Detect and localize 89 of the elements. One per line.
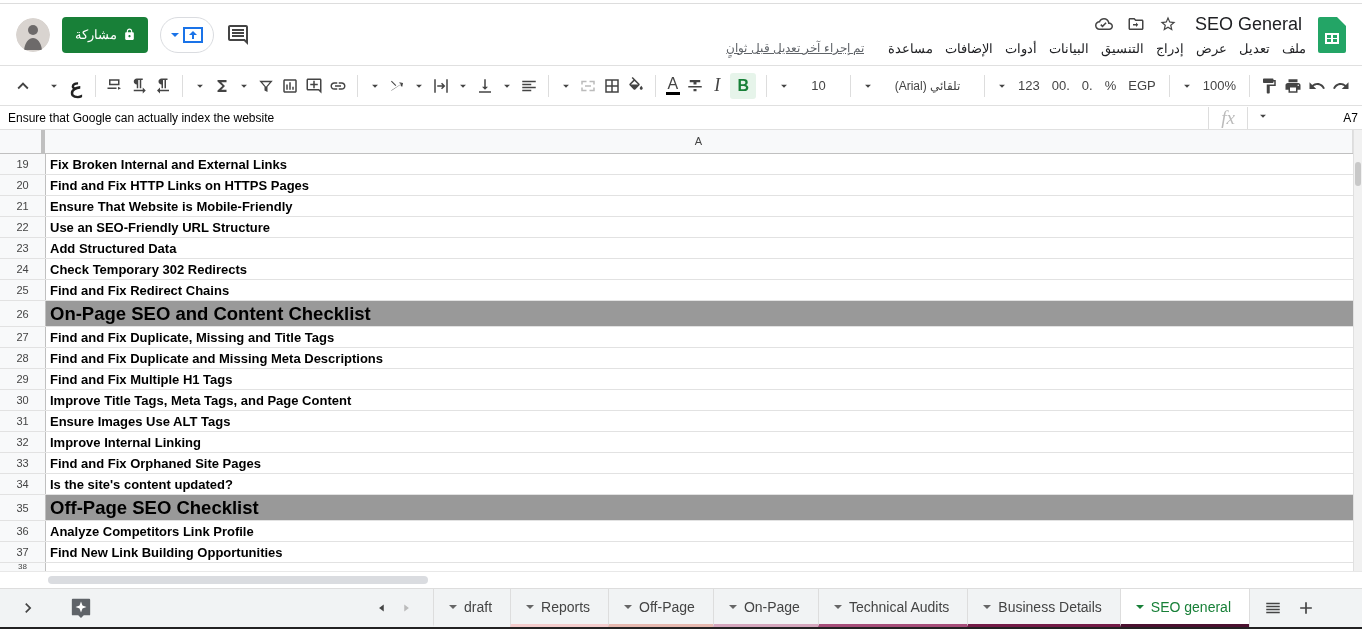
menu-item[interactable]: ملف bbox=[1282, 40, 1306, 56]
scrollbar-thumb[interactable] bbox=[1355, 162, 1361, 186]
section-heading-cell: Off-Page SEO Checklist bbox=[46, 495, 1353, 520]
name-box[interactable]: A7 bbox=[1278, 110, 1362, 125]
row-number[interactable]: 25 bbox=[0, 280, 46, 300]
row-number[interactable]: 37 bbox=[0, 542, 46, 562]
row-number[interactable]: 35 bbox=[0, 495, 46, 520]
text-color-button[interactable]: A bbox=[665, 76, 681, 95]
table-cell-text: Find and Fix HTTP Links on HTTPS Pages bbox=[49, 176, 311, 195]
increase-decimals-button[interactable]: .00 bbox=[1048, 78, 1073, 93]
font-select[interactable]: تلقائي (Arial) bbox=[880, 78, 975, 93]
row-number[interactable]: 29 bbox=[0, 369, 46, 389]
table-cell-text: Find and Fix Orphaned Site Pages bbox=[49, 454, 262, 473]
row-number[interactable]: 32 bbox=[0, 432, 46, 452]
borders-icon[interactable] bbox=[602, 76, 621, 95]
menu-item[interactable]: البيانات bbox=[1049, 40, 1089, 56]
print-icon[interactable] bbox=[1284, 76, 1302, 95]
table-cell-text: Find and Fix Redirect Chains bbox=[49, 281, 231, 300]
present-button[interactable] bbox=[160, 16, 214, 53]
row-number[interactable]: 38 bbox=[0, 563, 46, 571]
table-cell-text: Find New Link Building Opportunities bbox=[49, 543, 284, 562]
formula-content[interactable]: Ensure that Google can actually index the website bbox=[0, 110, 1209, 125]
menu-item[interactable]: الإضافات bbox=[945, 40, 993, 56]
table-cell-text: Check Temporary 302 Redirects bbox=[49, 260, 249, 279]
sheet-tab[interactable]: On-Page bbox=[712, 589, 818, 627]
more-formats-button[interactable]: 123 bbox=[1015, 78, 1043, 93]
comment-icon[interactable] bbox=[226, 22, 250, 47]
chart-icon[interactable] bbox=[280, 76, 299, 95]
folder-icon[interactable] bbox=[1126, 15, 1145, 33]
text-wrap-icon[interactable] bbox=[431, 76, 450, 95]
table-cell-text: Find and Fix Duplicate and Missing Meta Descriptions bbox=[49, 349, 384, 368]
table-cell-text: Ensure Images Use ALT Tags bbox=[49, 412, 232, 431]
row-number[interactable]: 26 bbox=[0, 301, 46, 326]
explore-sparkle-icon[interactable] bbox=[70, 597, 92, 619]
table-cell-text: Fix Broken Internal and External Links bbox=[49, 155, 288, 174]
row-number[interactable]: 36 bbox=[0, 521, 46, 541]
menu-item[interactable]: مساعدة bbox=[888, 40, 933, 56]
percent-format-button[interactable]: % bbox=[1101, 78, 1120, 93]
scrollbar-thumb[interactable] bbox=[48, 576, 428, 584]
table-cell-text: Add Structured Data bbox=[49, 239, 178, 258]
font-size-field[interactable]: 10 bbox=[797, 78, 840, 93]
row-number[interactable]: 23 bbox=[0, 238, 46, 258]
menu-item[interactable]: أدوات bbox=[1005, 40, 1037, 56]
row-number[interactable]: 27 bbox=[0, 327, 46, 347]
decrease-decimals-button[interactable]: .0 bbox=[1078, 78, 1096, 93]
document-title[interactable]: SEO General bbox=[1190, 13, 1306, 35]
table-cell-text: Is the site's content updated? bbox=[49, 475, 234, 494]
menu-item[interactable]: عرض bbox=[1196, 40, 1227, 56]
row-number[interactable]: 20 bbox=[0, 175, 46, 195]
table-cell-text: Improve Internal Linking bbox=[49, 433, 202, 452]
present-screen-icon[interactable] bbox=[182, 25, 204, 44]
input-tools-button[interactable]: ع bbox=[66, 73, 85, 98]
row-number[interactable]: 30 bbox=[0, 390, 46, 410]
sheets-logo-icon[interactable] bbox=[1318, 16, 1346, 53]
sheet-tab[interactable]: Technical Audits bbox=[817, 589, 968, 627]
menu-item[interactable]: إدراج bbox=[1156, 40, 1184, 56]
row-number[interactable]: 21 bbox=[0, 196, 46, 216]
table-cell-text: Ensure That Website is Mobile-Friendly bbox=[49, 197, 294, 216]
currency-format-button[interactable]: EGP bbox=[1125, 78, 1159, 93]
sheet-tab[interactable]: SEO general bbox=[1119, 589, 1249, 627]
zoom-select[interactable]: 100% bbox=[1199, 78, 1239, 93]
star-icon[interactable] bbox=[1158, 15, 1177, 33]
row-number[interactable]: 28 bbox=[0, 348, 46, 368]
row-number[interactable]: 22 bbox=[0, 217, 46, 237]
menu-item[interactable]: تعديل bbox=[1239, 40, 1270, 56]
share-button[interactable]: مشاركة bbox=[62, 16, 148, 53]
user-avatar[interactable] bbox=[16, 17, 50, 52]
sheet-tab[interactable]: Off-Page bbox=[608, 589, 713, 627]
table-cell-text: Improve Title Tags, Meta Tags, and Page Content bbox=[49, 391, 353, 410]
row-number[interactable]: 24 bbox=[0, 259, 46, 279]
lock-icon bbox=[122, 28, 136, 41]
italic-button[interactable]: I bbox=[710, 75, 725, 96]
table-cell-text: Find and Fix Duplicate, Missing and Title Tags bbox=[49, 328, 336, 347]
paint-roller-icon[interactable] bbox=[1260, 76, 1278, 95]
cloud-check-icon[interactable] bbox=[1094, 15, 1113, 33]
row-number[interactable]: 19 bbox=[0, 154, 46, 174]
bold-button[interactable]: B bbox=[730, 72, 757, 99]
sheet-tab[interactable]: Reports bbox=[510, 589, 609, 627]
table-cell-text: Find and Fix Multiple H1 Tags bbox=[49, 370, 234, 389]
menu-item[interactable]: التنسيق bbox=[1101, 40, 1144, 56]
row-number[interactable]: 33 bbox=[0, 453, 46, 473]
table-cell-text: Analyze Competitors Link Profile bbox=[49, 522, 255, 541]
row-number[interactable]: 31 bbox=[0, 411, 46, 431]
row-number[interactable]: 34 bbox=[0, 474, 46, 494]
section-heading-cell: On-Page SEO and Content Checklist bbox=[46, 301, 1353, 326]
sheet-tab[interactable]: Business Details bbox=[967, 589, 1120, 627]
table-cell-text: Use an SEO-Friendly URL Structure bbox=[49, 218, 272, 237]
add-comment-icon[interactable] bbox=[304, 76, 323, 95]
fx-label: fx bbox=[1208, 106, 1248, 129]
